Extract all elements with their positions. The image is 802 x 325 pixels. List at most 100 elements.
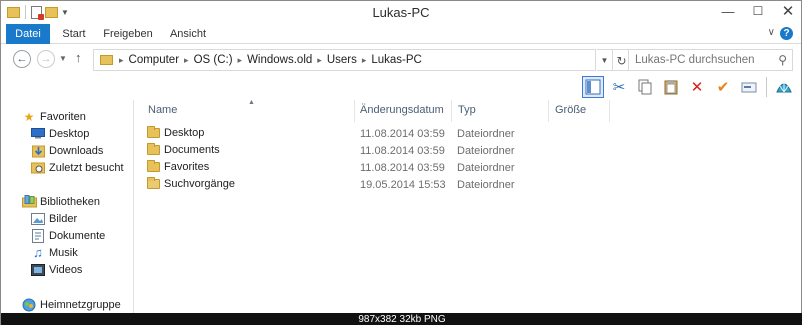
address-row: ← → ▼ ↑ ▸ Computer ▸ OS (C:) ▸ Windows.o… xyxy=(1,45,801,75)
recent-places-icon xyxy=(30,161,46,175)
tab-ansicht[interactable]: Ansicht xyxy=(164,24,212,44)
nav-item-label: Musik xyxy=(49,246,78,259)
column-divider[interactable] xyxy=(548,100,549,122)
nav-item-label: Downloads xyxy=(49,144,104,157)
file-type: Dateiordner xyxy=(457,162,515,174)
nav-item-label: Videos xyxy=(49,263,83,276)
search-input[interactable] xyxy=(629,50,769,70)
file-type: Dateiordner xyxy=(457,128,515,140)
file-name: Documents xyxy=(164,144,220,156)
separator xyxy=(766,77,767,97)
table-row[interactable]: Documents 11.08.2014 03:59 Dateiordner xyxy=(147,143,607,160)
file-date: 11.08.2014 03:59 xyxy=(360,162,445,174)
breadcrumb-arrow-icon[interactable]: ▸ xyxy=(317,55,322,66)
nav-libraries-label: Bibliotheken xyxy=(40,195,100,208)
search-box[interactable]: ⚲ xyxy=(628,49,793,71)
nav-item-downloads[interactable]: Downloads xyxy=(30,142,103,159)
nav-item-videos[interactable]: Videos xyxy=(30,261,82,278)
address-dropdown-icon[interactable]: ▼ xyxy=(597,49,613,71)
breadcrumb-os-c[interactable]: OS (C:) xyxy=(194,54,233,66)
column-divider[interactable] xyxy=(354,100,355,122)
close-icon[interactable]: ✕ xyxy=(779,3,797,20)
delete-icon[interactable]: ✕ xyxy=(686,76,708,98)
tab-datei[interactable]: Datei xyxy=(6,24,50,44)
rename-icon[interactable] xyxy=(738,76,760,98)
libraries-icon xyxy=(21,195,37,209)
column-header-type[interactable]: Typ xyxy=(458,104,476,120)
folder-icon xyxy=(147,143,160,155)
paste-icon[interactable] xyxy=(660,76,682,98)
shell-icon[interactable] xyxy=(773,76,795,98)
recent-locations-icon[interactable]: ▼ xyxy=(59,54,67,63)
title-bar: ▼ Lukas-PC — ☐ ✕ xyxy=(1,1,801,24)
nav-favorites[interactable]: ★ Favoriten xyxy=(21,108,86,125)
sort-ascending-icon: ▲ xyxy=(248,99,255,106)
maximize-icon[interactable]: ☐ xyxy=(749,3,767,19)
navigation-pane: ★ Favoriten Desktop Downloads Zuletzt be… xyxy=(1,100,134,325)
table-row[interactable]: Favorites 11.08.2014 03:59 Dateiordner xyxy=(147,160,607,177)
file-date: 19.05.2014 15:53 xyxy=(360,179,446,191)
file-name: Favorites xyxy=(164,161,210,173)
nav-item-recent[interactable]: Zuletzt besucht xyxy=(30,159,124,176)
videos-icon xyxy=(30,263,46,277)
checkmark-icon[interactable]: ✔ xyxy=(712,76,734,98)
tab-freigeben[interactable]: Freigeben xyxy=(98,24,158,44)
nav-homegroup-label: Heimnetzgruppe xyxy=(40,298,121,311)
nav-favorites-label: Favoriten xyxy=(40,110,86,123)
nav-item-dokumente[interactable]: Dokumente xyxy=(30,227,105,244)
breadcrumb-arrow-icon[interactable]: ▸ xyxy=(184,55,189,66)
nav-item-musik[interactable]: ♫ Musik xyxy=(30,244,78,261)
up-icon[interactable]: ↑ xyxy=(75,50,82,65)
scissors-icon[interactable]: ✂ xyxy=(608,76,630,98)
column-divider[interactable] xyxy=(609,100,610,122)
tab-start[interactable]: Start xyxy=(56,24,92,44)
copy-icon[interactable] xyxy=(634,76,656,98)
breadcrumb-windows-old[interactable]: Windows.old xyxy=(247,54,312,66)
nav-homegroup[interactable]: Heimnetzgruppe xyxy=(21,296,121,313)
address-bar[interactable]: ▸ Computer ▸ OS (C:) ▸ Windows.old ▸ Use… xyxy=(93,49,596,71)
nav-item-desktop[interactable]: Desktop xyxy=(30,125,89,142)
expand-ribbon-icon[interactable]: ∨ xyxy=(768,27,775,38)
file-name-cell: Documents xyxy=(147,143,220,156)
table-row[interactable]: Suchvorgänge 19.05.2014 15:53 Dateiordne… xyxy=(147,177,607,194)
breadcrumb-lukas-pc[interactable]: Lukas-PC xyxy=(371,54,422,66)
help-icon[interactable]: ? xyxy=(780,27,793,40)
column-header-date[interactable]: Änderungsdatum xyxy=(360,104,444,120)
ribbon-tabs: Datei Start Freigeben Ansicht ∨ ? xyxy=(1,24,801,44)
file-list: ▲ Name Änderungsdatum Typ Größe Desktop … xyxy=(135,99,801,325)
nav-item-label: Dokumente xyxy=(49,229,106,242)
nav-item-bilder[interactable]: Bilder xyxy=(30,210,77,227)
search-folder-icon xyxy=(147,177,160,189)
file-name: Desktop xyxy=(164,127,205,139)
file-name-cell: Favorites xyxy=(147,160,210,173)
search-icon[interactable]: ⚲ xyxy=(778,53,787,67)
folder-icon xyxy=(100,55,113,65)
nav-libraries[interactable]: Bibliotheken xyxy=(21,193,100,210)
column-divider[interactable] xyxy=(451,100,452,122)
explorer-window: ▼ Lukas-PC — ☐ ✕ Datei Start Freigeben A… xyxy=(0,0,802,325)
image-caption: 987x382 32kb PNG xyxy=(1,313,802,325)
downloads-icon xyxy=(30,144,46,158)
homegroup-icon xyxy=(21,298,37,312)
nav-item-label: Bilder xyxy=(49,212,78,225)
file-name-cell: Desktop xyxy=(147,126,205,139)
star-icon: ★ xyxy=(23,109,35,124)
breadcrumb-arrow-icon[interactable]: ▸ xyxy=(362,55,367,66)
folder-icon xyxy=(147,126,160,138)
file-type: Dateiordner xyxy=(457,145,515,157)
breadcrumb-computer[interactable]: Computer xyxy=(129,54,180,66)
folder-icon xyxy=(147,160,160,172)
breadcrumb-arrow-icon[interactable]: ▸ xyxy=(119,55,124,66)
nav-item-label: Zuletzt besucht xyxy=(49,161,124,174)
window-controls: — ☐ ✕ xyxy=(719,3,797,20)
column-header-name[interactable]: Name xyxy=(148,104,177,120)
forward-icon[interactable]: → xyxy=(37,50,55,68)
back-icon[interactable]: ← xyxy=(13,50,31,68)
table-row[interactable]: Desktop 11.08.2014 03:59 Dateiordner xyxy=(147,126,607,143)
command-toolbar: ✂ ✕ ✔ xyxy=(1,75,801,100)
breadcrumb-users[interactable]: Users xyxy=(327,54,357,66)
breadcrumb-arrow-icon[interactable]: ▸ xyxy=(238,55,243,66)
column-header-size[interactable]: Größe xyxy=(555,104,586,120)
layout-icon[interactable] xyxy=(582,76,604,98)
minimize-icon[interactable]: — xyxy=(719,3,737,19)
